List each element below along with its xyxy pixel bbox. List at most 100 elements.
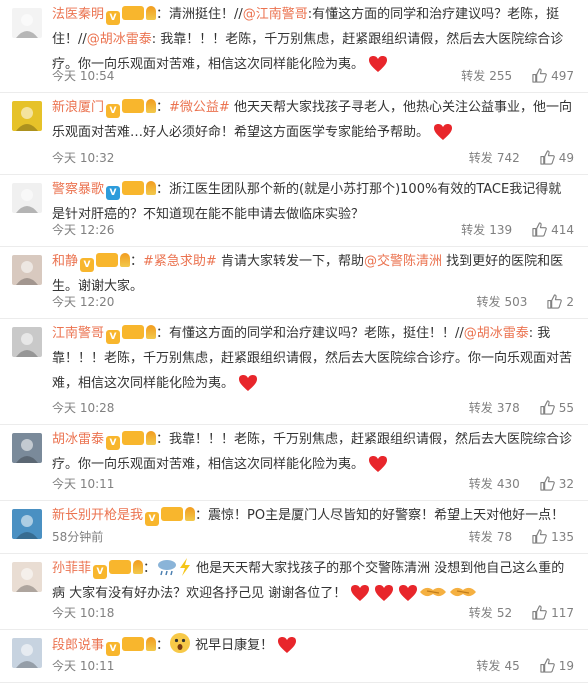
user-name-link[interactable]: 新长别开枪是我 bbox=[52, 508, 143, 523]
user-name-link[interactable]: 胡冰雷泰 bbox=[52, 432, 104, 447]
repost-label: 转发 bbox=[461, 69, 486, 83]
post-time: 今天 10:11 bbox=[52, 477, 115, 491]
charity-ribbon-icon[interactable] bbox=[146, 325, 157, 339]
member-level-icon[interactable] bbox=[161, 507, 184, 521]
surprised-emoji-icon bbox=[170, 633, 191, 653]
like-count: 497 bbox=[551, 68, 574, 83]
charity-ribbon-icon[interactable] bbox=[146, 431, 157, 445]
verified-badge-icon[interactable]: V bbox=[106, 330, 121, 344]
post-time: 今天 10:18 bbox=[52, 606, 115, 620]
member-level-icon[interactable] bbox=[96, 253, 119, 267]
avatar[interactable] bbox=[12, 101, 42, 131]
user-name-link[interactable]: 新浪厦门 bbox=[52, 100, 104, 115]
repost-count: 45 bbox=[504, 659, 520, 673]
avatar[interactable] bbox=[12, 638, 42, 668]
verified-badge-icon[interactable]: V bbox=[106, 11, 121, 25]
topic-link[interactable]: #紧急求助# bbox=[143, 254, 217, 269]
charity-ribbon-icon[interactable] bbox=[146, 637, 157, 651]
comment-text: 新浪厦门 V ：#微公益# 他天天帮大家找孩子寻老人，他热心关注公益事业，他一向乐观… bbox=[52, 95, 574, 145]
member-level-icon[interactable] bbox=[122, 325, 145, 339]
charity-ribbon-icon[interactable] bbox=[120, 253, 131, 267]
verified-badge-icon[interactable]: V bbox=[106, 436, 121, 450]
like-button[interactable]: 117 bbox=[532, 605, 574, 620]
avatar[interactable] bbox=[12, 327, 42, 357]
comment-item: 新长别开枪是我 V ：震惊！PO主是厦门人尽皆知的好警察！希望上天对他好一点！ 58分… bbox=[0, 501, 588, 554]
avatar[interactable] bbox=[12, 8, 42, 38]
text-fragment: ：清洲挺住！// bbox=[156, 7, 243, 22]
heart-emoji-icon bbox=[369, 56, 388, 72]
repost-button[interactable]: 转发 503 bbox=[476, 293, 527, 310]
user-name-link[interactable]: 孙菲菲 bbox=[52, 561, 91, 576]
mention-link[interactable]: @胡冰雷泰 bbox=[464, 326, 529, 341]
repost-button[interactable]: 转发 378 bbox=[469, 399, 520, 416]
like-button[interactable]: 32 bbox=[540, 476, 574, 491]
user-name-link[interactable]: 段郎说事 bbox=[52, 638, 104, 653]
avatar[interactable] bbox=[12, 183, 42, 213]
rain-cloud-emoji-icon bbox=[158, 560, 177, 576]
like-button[interactable]: 497 bbox=[532, 68, 574, 83]
like-thumb-icon bbox=[540, 658, 555, 673]
repost-button[interactable]: 转发 52 bbox=[469, 604, 512, 621]
repost-button[interactable]: 转发 255 bbox=[461, 67, 512, 84]
topic-link[interactable]: #微公益# bbox=[169, 100, 230, 115]
member-level-icon[interactable] bbox=[122, 637, 145, 651]
charity-ribbon-icon[interactable] bbox=[133, 560, 144, 574]
avatar[interactable] bbox=[12, 509, 42, 539]
charity-ribbon-icon[interactable] bbox=[146, 181, 157, 195]
heart-emoji-icon bbox=[434, 124, 453, 140]
verified-badge-icon[interactable]: V bbox=[80, 258, 95, 272]
comment-list: 法医秦明 V ：清洲挺住！//@江南警哥:有懂这方面的同学和治疗建议吗？老陈，挺住！… bbox=[0, 0, 588, 683]
text-fragment: ：震惊！PO主是厦门人尽皆知的好警察！希望上天对他好一点！ bbox=[195, 508, 565, 523]
user-name-link[interactable]: 警察暴歌 bbox=[52, 182, 104, 197]
avatar[interactable] bbox=[12, 433, 42, 463]
verified-badge-icon[interactable]: V bbox=[145, 512, 160, 526]
member-level-icon[interactable] bbox=[122, 99, 145, 113]
avatar[interactable] bbox=[12, 562, 42, 592]
comment-item: 江南警哥 V ：有懂这方面的同学和治疗建议吗？老陈，挺住！！//@胡冰雷泰: 我靠！… bbox=[0, 319, 588, 425]
heart-emoji-icon bbox=[375, 585, 394, 601]
verified-badge-icon[interactable]: V bbox=[106, 186, 121, 200]
heart-emoji-icon bbox=[278, 637, 297, 653]
repost-button[interactable]: 转发 78 bbox=[469, 528, 512, 545]
repost-label: 转发 bbox=[468, 530, 493, 544]
member-level-icon[interactable] bbox=[122, 181, 145, 195]
charity-ribbon-icon[interactable] bbox=[146, 99, 157, 113]
comment-item: 新浪厦门 V ：#微公益# 他天天帮大家找孩子寻老人，他热心关注公益事业，他一向乐观… bbox=[0, 93, 588, 175]
member-level-icon[interactable] bbox=[122, 6, 145, 20]
like-button[interactable]: 135 bbox=[532, 529, 574, 544]
user-name-link[interactable]: 江南警哥 bbox=[52, 326, 104, 341]
repost-count: 52 bbox=[496, 606, 513, 620]
post-time: 今天 10:32 bbox=[52, 151, 115, 165]
repost-button[interactable]: 转发 139 bbox=[461, 221, 512, 238]
charity-ribbon-icon[interactable] bbox=[185, 507, 196, 521]
comment-item: 孙菲菲 V： 他是天天帮大家找孩子的那个交警陈清洲 没想到他自己这么重的病 大家有… bbox=[0, 554, 588, 630]
charity-ribbon-icon[interactable] bbox=[146, 6, 157, 20]
user-name-link[interactable]: 和静 bbox=[52, 254, 78, 269]
like-button[interactable]: 19 bbox=[540, 658, 574, 673]
avatar[interactable] bbox=[12, 255, 42, 285]
repost-button[interactable]: 转发 430 bbox=[469, 475, 520, 492]
mention-link[interactable]: @胡冰雷泰 bbox=[87, 32, 152, 47]
user-name-link[interactable]: 法医秦明 bbox=[52, 7, 104, 22]
like-button[interactable]: 49 bbox=[540, 150, 574, 165]
member-level-icon[interactable] bbox=[109, 560, 132, 574]
post-time: 今天 10:28 bbox=[52, 401, 115, 415]
text-fragment: 肯请大家转发一下，帮助 bbox=[216, 254, 364, 269]
repost-button[interactable]: 转发 45 bbox=[476, 657, 519, 674]
mention-link[interactable]: @交警陈清洲 bbox=[364, 254, 442, 269]
verified-badge-icon[interactable]: V bbox=[93, 565, 108, 579]
like-button[interactable]: 414 bbox=[532, 222, 574, 237]
comment-item: 法医秦明 V ：清洲挺住！//@江南警哥:有懂这方面的同学和治疗建议吗？老陈，挺住！… bbox=[0, 0, 588, 93]
repost-button[interactable]: 转发 742 bbox=[469, 149, 520, 166]
like-count: 49 bbox=[558, 150, 574, 165]
like-count: 19 bbox=[558, 658, 574, 673]
like-button[interactable]: 55 bbox=[540, 400, 574, 415]
verified-badge-icon[interactable]: V bbox=[106, 104, 121, 118]
mention-link[interactable]: @江南警哥 bbox=[243, 7, 308, 22]
comment-text: 和静 V ：#紧急求助# 肯请大家转发一下，帮助@交警陈清洲 找到更好的医院和医生。… bbox=[52, 249, 574, 299]
member-level-icon[interactable] bbox=[122, 431, 145, 445]
like-thumb-icon bbox=[540, 400, 555, 415]
repost-label: 转发 bbox=[468, 606, 493, 620]
like-button[interactable]: 2 bbox=[547, 294, 574, 309]
verified-badge-icon[interactable]: V bbox=[106, 642, 121, 656]
